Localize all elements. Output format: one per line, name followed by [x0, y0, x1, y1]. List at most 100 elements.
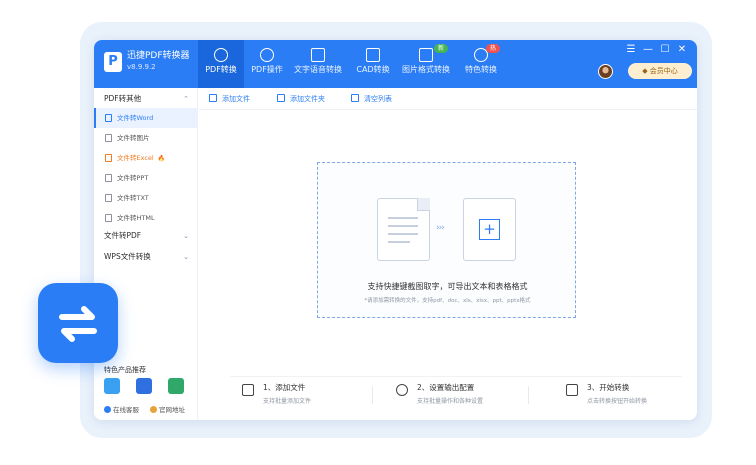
- word-file-icon: [105, 114, 112, 122]
- sidebar-item-html[interactable]: 文件转HTML: [94, 208, 198, 228]
- pdf-operate-icon: [260, 48, 274, 62]
- sidebar-item-excel[interactable]: 文件转Excel 🔥: [94, 148, 198, 168]
- tab-pdf-operate[interactable]: PDF操作: [244, 40, 290, 88]
- step-title: 1、添加文件: [263, 383, 306, 392]
- tab-pdf-convert[interactable]: PDF转换: [198, 40, 244, 88]
- add-file-label: 添加文件: [222, 95, 250, 103]
- add-folder-icon: [277, 94, 285, 102]
- tab-special-convert[interactable]: 特色转换 热: [458, 40, 504, 88]
- hot-badge: 热: [486, 44, 501, 53]
- website-label: 官网地址: [159, 406, 185, 414]
- sidebar-item-label: 文件转HTML: [117, 214, 155, 222]
- sidebar-group-wps[interactable]: WPS文件转换 ⌄: [94, 248, 198, 266]
- html-file-icon: [105, 214, 112, 222]
- sidebar-item-label: 文件转Word: [117, 114, 154, 122]
- image-format-icon: [419, 48, 433, 62]
- doc-line: [388, 241, 410, 243]
- clear-list-icon: [351, 94, 359, 102]
- menu-icon[interactable]: ☰: [625, 44, 637, 56]
- diamond-icon: ◆: [642, 67, 650, 75]
- excel-file-icon: [105, 154, 112, 162]
- app-name: 迅捷PDF转换器: [127, 51, 190, 61]
- avatar[interactable]: [598, 64, 613, 79]
- add-folder-button[interactable]: 添加文件夹: [277, 88, 325, 110]
- dropzone-hint: 支持快捷键截图取字，可导出文本和表格格式: [367, 282, 528, 291]
- support-label: 在线客服: [113, 406, 139, 414]
- step-title: 2、设置输出配置: [417, 383, 475, 392]
- add-file-button[interactable]: 添加文件: [209, 88, 250, 110]
- tab-label: 文字语音转换: [294, 65, 342, 74]
- steps-divider: [230, 376, 682, 377]
- add-file-icon: [242, 384, 254, 396]
- image-file-icon: [105, 134, 112, 142]
- sidebar-item-label: 文件转PPT: [117, 174, 149, 182]
- convert-swap-icon: [38, 283, 118, 363]
- txt-file-icon: [105, 194, 112, 202]
- swap-arrows-icon: [59, 306, 97, 342]
- chevron-up-icon: ⌃: [183, 95, 189, 103]
- tab-image-format[interactable]: 图片格式转换 新: [400, 40, 452, 88]
- add-document-icon[interactable]: +: [463, 198, 516, 261]
- product-ocr-icon[interactable]: [136, 378, 152, 394]
- start-convert-icon: [566, 384, 578, 396]
- chevron-down-icon: ⌄: [183, 253, 189, 261]
- group-label: PDF转其他: [104, 94, 142, 103]
- step-title: 3、开始转换: [587, 383, 630, 392]
- sidebar-group-pdf-to-other[interactable]: PDF转其他 ⌃: [94, 90, 198, 108]
- close-icon[interactable]: ✕: [676, 44, 688, 56]
- sidebar-item-label: 文件转Excel: [117, 154, 154, 162]
- ppt-file-icon: [105, 174, 112, 182]
- vip-label: 会员中心: [649, 67, 678, 75]
- add-folder-label: 添加文件夹: [290, 95, 325, 103]
- sidebar-item-label: 文件转TXT: [117, 194, 149, 202]
- step-desc: 支持批量操作和各种设置: [417, 398, 484, 405]
- dropzone-formats: *请添加需转换的文件，支持pdf、doc、xls、xlsx、ppt、pptx格式: [364, 298, 531, 304]
- minimize-icon[interactable]: —: [642, 44, 654, 56]
- tab-voice-text[interactable]: 文字语音转换: [292, 40, 344, 88]
- vip-center-button[interactable]: ◆ 会员中心: [628, 63, 692, 79]
- website-icon: [150, 406, 157, 413]
- tab-label: 特色转换: [465, 65, 497, 74]
- app-version: v8.9.9.2: [127, 63, 156, 71]
- product-edit-icon[interactable]: [104, 378, 120, 394]
- sidebar-group-file-to-pdf[interactable]: 文件转PDF ⌄: [94, 227, 198, 245]
- document-icon: [377, 198, 430, 261]
- doc-line: [388, 217, 418, 219]
- group-label: WPS文件转换: [104, 252, 151, 261]
- plus-icon: +: [479, 219, 500, 240]
- tab-label: PDF操作: [251, 65, 283, 74]
- sidebar-item-image[interactable]: 文件转图片: [94, 128, 198, 148]
- file-drop-zone[interactable]: ››› + 支持快捷键截图取字，可导出文本和表格格式 *请添加需转换的文件，支持…: [317, 162, 576, 318]
- sidebar-item-ppt[interactable]: 文件转PPT: [94, 168, 198, 188]
- pdf-convert-icon: [214, 48, 228, 62]
- sidebar-item-word[interactable]: 文件转Word: [94, 108, 198, 128]
- settings-icon: [396, 384, 408, 396]
- maximize-icon[interactable]: ☐: [659, 44, 671, 56]
- support-icon: [104, 406, 111, 413]
- flame-icon: 🔥: [157, 155, 166, 162]
- doc-line: [388, 225, 418, 227]
- sidebar-item-label: 文件转图片: [117, 134, 150, 142]
- online-support-link[interactable]: 在线客服: [104, 404, 139, 414]
- voice-text-icon: [311, 48, 325, 62]
- cad-icon: [366, 48, 380, 62]
- clear-list-label: 清空列表: [364, 95, 392, 103]
- stage: P 迅捷PDF转换器 v8.9.9.2 PDF转换 PDF操作 文字语音转换 C…: [0, 0, 756, 465]
- clear-list-button[interactable]: 清空列表: [351, 88, 392, 110]
- app-logo-icon: P: [104, 52, 122, 72]
- step-separator: [528, 386, 529, 404]
- app-window: P 迅捷PDF转换器 v8.9.9.2 PDF转换 PDF操作 文字语音转换 C…: [94, 40, 697, 420]
- recommend-title: 特色产品推荐: [104, 366, 146, 374]
- product-archive-icon[interactable]: [168, 378, 184, 394]
- add-file-icon: [209, 94, 217, 102]
- doc-line: [388, 233, 418, 235]
- sidebar-item-txt[interactable]: 文件转TXT: [94, 188, 198, 208]
- step-desc: 支持批量添加文件: [263, 398, 312, 405]
- website-link[interactable]: 官网地址: [150, 404, 185, 414]
- arrows-icon: ›››: [436, 223, 445, 233]
- title-bar: P 迅捷PDF转换器 v8.9.9.2 PDF转换 PDF操作 文字语音转换 C…: [94, 40, 697, 88]
- sidebar: PDF转其他 ⌃ 文件转Word 文件转图片 文件转Excel 🔥 文件转PPT: [94, 88, 198, 420]
- tab-cad[interactable]: CAD转换: [350, 40, 396, 88]
- group-label: 文件转PDF: [104, 231, 142, 240]
- new-badge: 新: [434, 44, 449, 53]
